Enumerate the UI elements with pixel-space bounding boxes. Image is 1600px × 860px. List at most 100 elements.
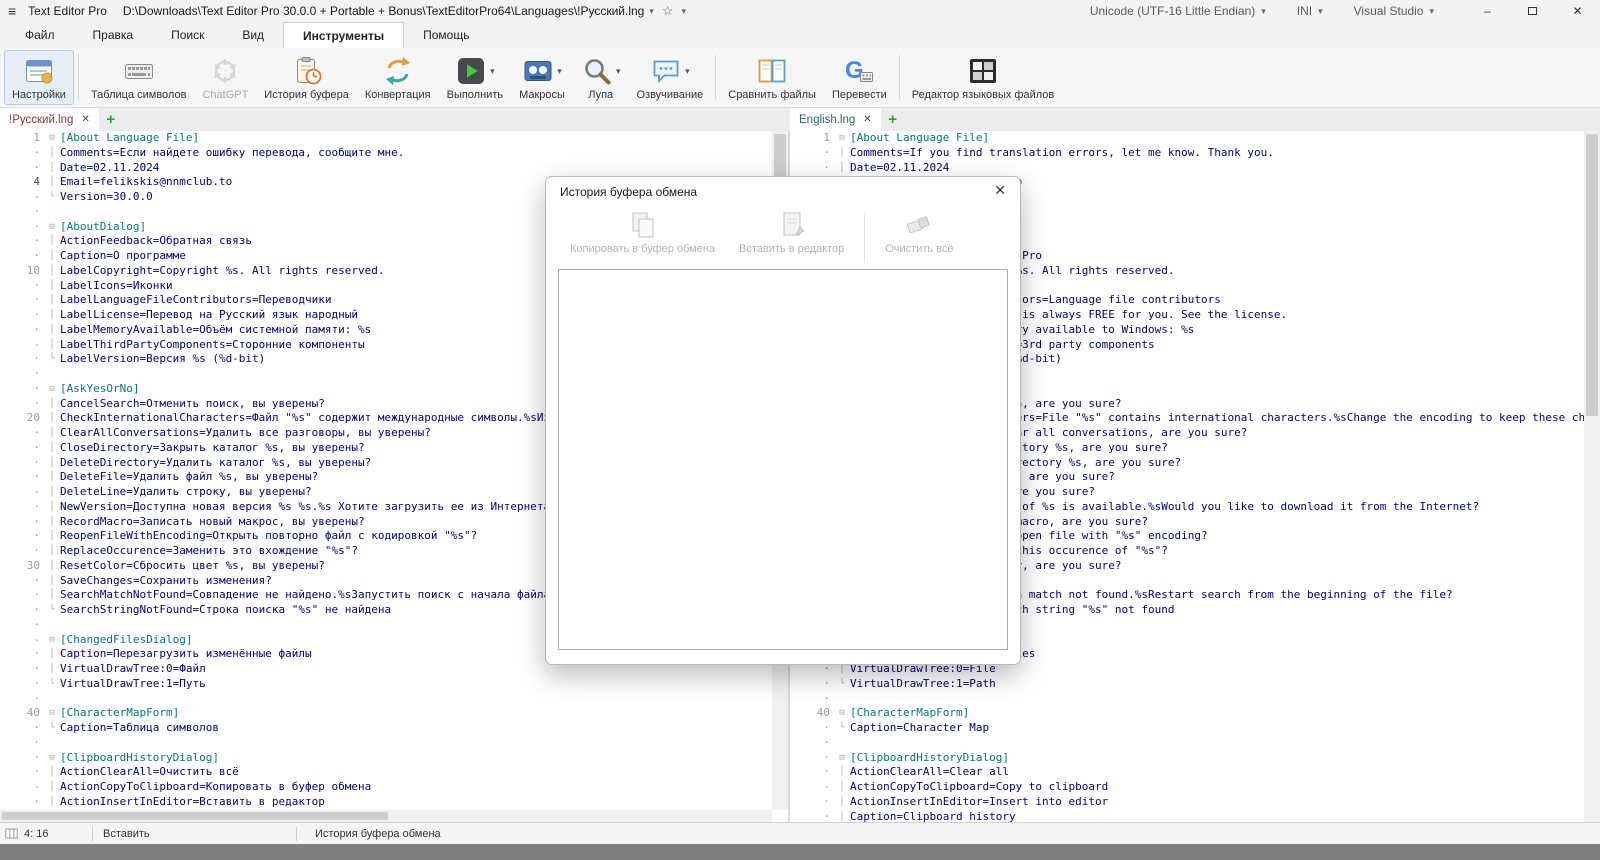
editor-line[interactable]: ·│Caption=Clipboard history xyxy=(790,810,1584,823)
editor-line[interactable]: 1⊟[About Language File] xyxy=(790,131,1584,146)
chevron-down-icon[interactable]: ▾ xyxy=(557,66,562,77)
close-tab-icon[interactable]: ✕ xyxy=(863,114,871,125)
code-fold-marker[interactable]: │ xyxy=(44,308,60,323)
editor-line[interactable]: ·│Comments=Если найдете ошибку перевода,… xyxy=(0,146,772,161)
encoding-select[interactable]: Unicode (UTF-16 Little Endian)▾ xyxy=(1090,4,1271,18)
path-dropdown-icon[interactable]: ▾ xyxy=(649,6,654,17)
clipboard-history-list[interactable] xyxy=(558,269,1008,650)
menu-item-search[interactable]: Поиск xyxy=(152,22,223,48)
code-fold-marker[interactable]: │ xyxy=(44,647,60,662)
editor-line[interactable]: ·└Caption=Таблица символов xyxy=(0,721,772,736)
code-fold-marker[interactable]: │ xyxy=(44,279,60,294)
editor-line[interactable]: 1⊟[About Language File] xyxy=(0,131,772,146)
toolbar-settings-button[interactable]: Настройки xyxy=(4,50,74,105)
code-fold-marker[interactable]: ⊟ xyxy=(44,633,60,648)
toolbar-magnifier-button[interactable]: ▾Лупа xyxy=(573,50,629,105)
clear-all-button[interactable]: Очистить всё xyxy=(873,209,965,267)
chevron-down-icon[interactable]: ▾ xyxy=(616,66,621,77)
chevron-down-icon[interactable]: ▾ xyxy=(685,66,690,77)
filetype-select[interactable]: INI▾ xyxy=(1297,4,1328,18)
editor-line[interactable]: ·│ActionClearAll=Очистить всё xyxy=(0,765,772,780)
editor-line[interactable]: ·⊟[ClipboardHistoryDialog] xyxy=(0,751,772,766)
toolbar-speech-button[interactable]: ▾Озвучивание xyxy=(628,50,711,105)
code-fold-marker[interactable]: │ xyxy=(44,515,60,530)
editor-line[interactable]: ·│ActionClearAll=Clear all xyxy=(790,765,1584,780)
code-fold-marker[interactable] xyxy=(834,736,850,751)
editor-line[interactable]: · xyxy=(790,736,1584,751)
code-fold-marker[interactable]: │ xyxy=(44,588,60,603)
code-fold-marker[interactable]: ⊟ xyxy=(44,706,60,721)
code-fold-marker[interactable]: │ xyxy=(834,161,850,176)
toolbar-chatgpt-button[interactable]: ChatGPT xyxy=(194,50,256,105)
code-fold-marker[interactable]: │ xyxy=(834,795,850,810)
editor-line[interactable]: · xyxy=(0,736,772,751)
code-fold-marker[interactable]: │ xyxy=(44,146,60,161)
code-fold-marker[interactable]: │ xyxy=(44,485,60,500)
toolbar-lang-editor-button[interactable]: Редактор языковых файлов xyxy=(904,50,1063,105)
code-fold-marker[interactable]: │ xyxy=(44,765,60,780)
copy-to-clipboard-button[interactable]: Копировать в буфер обмена xyxy=(558,209,727,267)
code-fold-marker[interactable]: │ xyxy=(834,810,850,823)
editor-line[interactable]: ·│ActionInsertInEditor=Insert into edito… xyxy=(790,795,1584,810)
code-fold-marker[interactable] xyxy=(834,692,850,707)
code-fold-marker[interactable]: │ xyxy=(44,574,60,589)
code-fold-marker[interactable]: │ xyxy=(44,559,60,574)
code-fold-marker[interactable]: ⊟ xyxy=(834,706,850,721)
editor-line[interactable]: ·│Comments=If you find translation error… xyxy=(790,146,1584,161)
menu-item-edit[interactable]: Правка xyxy=(74,22,153,48)
close-button[interactable]: ✕ xyxy=(1555,0,1600,22)
code-fold-marker[interactable]: ⊟ xyxy=(834,751,850,766)
code-fold-marker[interactable]: │ xyxy=(44,323,60,338)
editor-line[interactable]: ·│Date=02.11.2024 xyxy=(0,161,772,176)
code-fold-marker[interactable]: │ xyxy=(44,293,60,308)
code-fold-marker[interactable]: │ xyxy=(44,780,60,795)
code-fold-marker[interactable]: │ xyxy=(44,411,60,426)
new-tab-button[interactable]: + xyxy=(99,108,123,131)
code-fold-marker[interactable]: │ xyxy=(44,249,60,264)
editor-line[interactable]: ·│Date=02.11.2024 xyxy=(790,161,1584,176)
code-fold-marker[interactable]: └ xyxy=(44,677,60,692)
editor-line[interactable]: ·└VirtualDrawTree:1=Путь xyxy=(0,677,772,692)
code-fold-marker[interactable]: │ xyxy=(834,765,850,780)
editor-line[interactable]: 40⊟[CharacterMapForm] xyxy=(0,706,772,721)
code-fold-marker[interactable]: │ xyxy=(44,175,60,190)
scrollbar-thumb[interactable] xyxy=(1586,134,1598,416)
new-tab-button[interactable]: + xyxy=(881,108,905,131)
editor-line[interactable]: ·│ActionInsertInEditor=Вставить в редакт… xyxy=(0,795,772,810)
code-fold-marker[interactable] xyxy=(44,736,60,751)
code-fold-marker[interactable]: │ xyxy=(44,544,60,559)
code-fold-marker[interactable]: │ xyxy=(44,662,60,677)
dialog-close-icon[interactable]: ✕ xyxy=(994,182,1006,199)
toolbar-macros-button[interactable]: ▾Макросы xyxy=(511,50,573,105)
code-fold-marker[interactable]: └ xyxy=(44,603,60,618)
editor-line[interactable]: 40⊟[CharacterMapForm] xyxy=(790,706,1584,721)
editor-line[interactable]: ·└Caption=Character Map xyxy=(790,721,1584,736)
menu-item-tools[interactable]: Инструменты xyxy=(283,22,404,48)
code-fold-marker[interactable] xyxy=(44,618,60,633)
toolbar-translate-button[interactable]: GПеревести xyxy=(824,50,895,105)
editor-line[interactable]: -│ActionCopyToClipboard=Копировать в буф… xyxy=(0,780,772,795)
toolbar-compare-button[interactable]: Сравнить файлы xyxy=(720,50,824,105)
minimize-button[interactable]: – xyxy=(1465,0,1510,22)
code-fold-marker[interactable]: └ xyxy=(44,190,60,205)
code-fold-marker[interactable] xyxy=(44,692,60,707)
tab-russian-lng[interactable]: !Русский.lng ✕ xyxy=(0,108,99,131)
code-fold-marker[interactable]: ⊟ xyxy=(44,220,60,235)
toolbar-clipboard-history-button[interactable]: История буфера xyxy=(256,50,357,105)
code-fold-marker[interactable]: └ xyxy=(834,721,850,736)
code-fold-marker[interactable]: │ xyxy=(44,338,60,353)
insert-mode-indicator[interactable]: Вставить xyxy=(93,828,296,840)
code-fold-marker[interactable]: │ xyxy=(44,161,60,176)
code-fold-marker[interactable]: │ xyxy=(44,529,60,544)
close-tab-icon[interactable]: ✕ xyxy=(81,114,89,125)
right-vertical-scrollbar[interactable] xyxy=(1584,131,1600,822)
code-fold-marker[interactable]: ⊟ xyxy=(834,131,850,146)
editor-line[interactable]: · xyxy=(790,692,1584,707)
editor-line[interactable]: ·⊟[ClipboardHistoryDialog] xyxy=(790,751,1584,766)
code-fold-marker[interactable]: └ xyxy=(44,352,60,367)
maximize-button[interactable] xyxy=(1510,0,1555,22)
code-fold-marker[interactable]: ⊟ xyxy=(44,751,60,766)
code-fold-marker[interactable]: ⊟ xyxy=(44,131,60,146)
code-fold-marker[interactable]: │ xyxy=(834,780,850,795)
code-fold-marker[interactable]: └ xyxy=(44,721,60,736)
